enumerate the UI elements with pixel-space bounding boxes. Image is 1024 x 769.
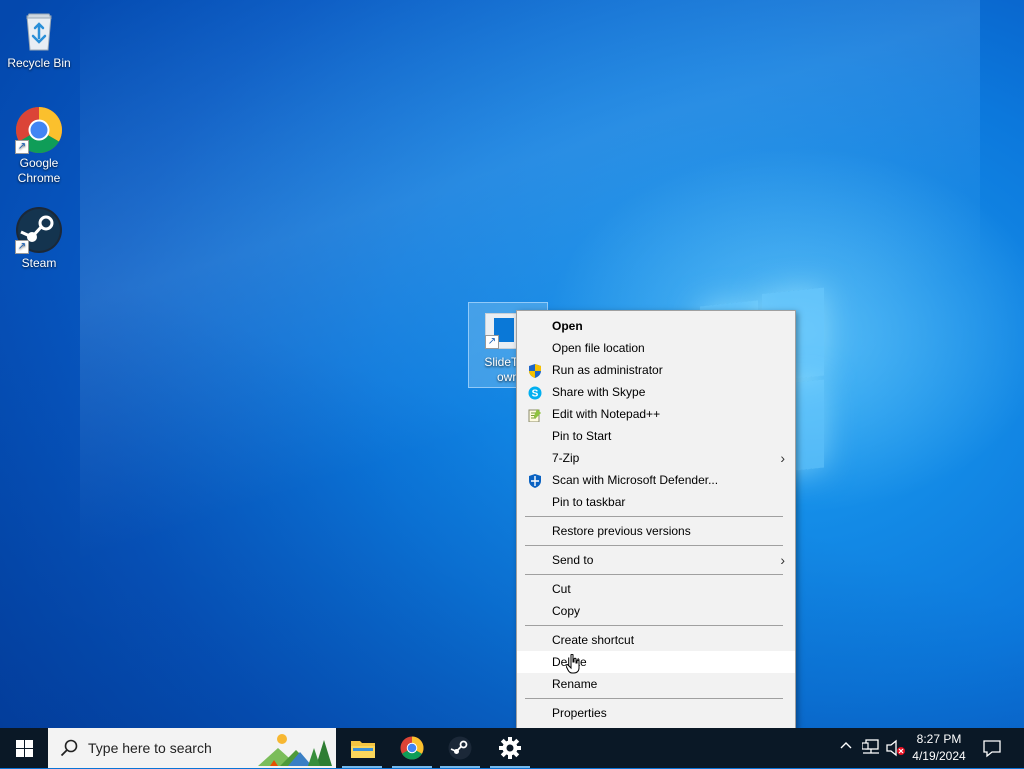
menu-item-label: Create shortcut [552, 633, 635, 647]
menu-item-label: Scan with Microsoft Defender... [552, 473, 719, 487]
mouse-cursor-icon [565, 653, 580, 677]
taskbar-file-explorer[interactable] [338, 728, 386, 768]
skype-icon: S [528, 385, 542, 400]
menu-item-pin-to-start[interactable]: Pin to Start [517, 425, 795, 447]
menu-item-7-zip[interactable]: 7-Zip › [517, 447, 795, 469]
menu-item-cut[interactable]: Cut [517, 578, 795, 600]
menu-item-label: Open file location [552, 341, 645, 355]
menu-item-run-as-administrator[interactable]: Run as administrator [517, 359, 795, 381]
menu-separator [525, 545, 783, 546]
windows-start-icon [16, 740, 33, 760]
svg-text:S: S [532, 389, 539, 400]
chrome-icon [400, 736, 424, 763]
menu-item-label: Send to [552, 553, 594, 567]
menu-item-pin-to-taskbar[interactable]: Pin to taskbar [517, 491, 795, 513]
desktop-icon-label: Google Chrome [17, 156, 61, 185]
notifications-icon[interactable] [982, 738, 1002, 761]
menu-item-delete[interactable]: Delete [517, 651, 795, 673]
shortcut-arrow-icon: ↗ [485, 335, 499, 349]
menu-item-scan-with-defender[interactable]: Scan with Microsoft Defender... [517, 469, 795, 491]
menu-item-label: 7-Zip [552, 451, 580, 465]
menu-item-properties[interactable]: Properties [517, 702, 795, 724]
desktop[interactable]: Recycle Bin ↗ Google Chrome ↗ Steam ↗ Sl… [0, 0, 1024, 728]
menu-item-label: Copy [552, 604, 581, 618]
shortcut-arrow-icon: ↗ [15, 140, 29, 154]
menu-item-label: Pin to Start [552, 429, 612, 443]
context-menu: Open Open file location Run as administr… [516, 310, 796, 730]
start-button[interactable] [0, 728, 48, 768]
menu-item-edit-with-notepad-plus-plus[interactable]: Edit with Notepad++ [517, 403, 795, 425]
menu-separator [525, 625, 783, 626]
shortcut-arrow-icon: ↗ [15, 240, 29, 254]
menu-item-restore-previous-versions[interactable]: Restore previous versions [517, 520, 795, 542]
taskbar-settings[interactable] [486, 728, 534, 768]
menu-separator [525, 516, 783, 517]
menu-item-send-to[interactable]: Send to › [517, 549, 795, 571]
defender-icon [528, 473, 542, 488]
desktop-icon-recycle-bin[interactable]: Recycle Bin [1, 6, 77, 71]
search-icon [60, 739, 78, 760]
taskbar-search-box[interactable]: Type here to search [48, 728, 336, 768]
taskbar-steam[interactable] [436, 728, 484, 768]
desktop-icon-google-chrome[interactable]: ↗ Google Chrome [1, 106, 77, 186]
desktop-icon-steam[interactable]: ↗ Steam [1, 206, 77, 271]
taskbar: Type here to search 8:27 PM 4/19/2024 [0, 728, 1024, 768]
clock-time: 8:27 PM [916, 732, 962, 746]
menu-item-label: Cut [552, 582, 571, 596]
settings-icon [498, 736, 522, 763]
menu-item-share-with-skype[interactable]: S Share with Skype [517, 381, 795, 403]
network-icon[interactable] [861, 739, 880, 758]
chrome-icon: ↗ [15, 106, 63, 154]
file-explorer-icon [351, 738, 375, 761]
chevron-right-icon: › [780, 450, 785, 466]
chevron-up-icon[interactable] [840, 740, 852, 755]
menu-item-create-shortcut[interactable]: Create shortcut [517, 629, 795, 651]
menu-item-label: Restore previous versions [552, 524, 691, 538]
shield-icon [528, 363, 542, 378]
recycle-bin-icon [15, 6, 63, 54]
search-highlight-camping-icon [258, 730, 334, 769]
menu-item-label: Open [552, 319, 583, 333]
menu-separator [525, 574, 783, 575]
app-icon: ↗ [485, 313, 519, 349]
steam-icon [448, 736, 472, 763]
steam-icon: ↗ [15, 206, 63, 254]
menu-item-label: Pin to taskbar [552, 495, 626, 509]
taskbar-chrome[interactable] [388, 728, 436, 768]
search-placeholder: Type here to search [88, 740, 212, 756]
chevron-right-icon: › [780, 552, 785, 568]
clock-date: 4/19/2024 [912, 749, 966, 763]
menu-item-open-file-location[interactable]: Open file location [517, 337, 795, 359]
menu-separator [525, 698, 783, 699]
menu-item-label: Edit with Notepad++ [552, 407, 661, 421]
menu-item-copy[interactable]: Copy [517, 600, 795, 622]
desktop-icon-label: Recycle Bin [7, 56, 71, 70]
taskbar-clock[interactable]: 8:27 PM 4/19/2024 [900, 731, 978, 765]
menu-item-label: Run as administrator [552, 363, 663, 377]
menu-item-rename[interactable]: Rename [517, 673, 795, 695]
menu-item-open[interactable]: Open [517, 315, 795, 337]
menu-item-label: Properties [552, 706, 607, 720]
notepad-plus-plus-icon [528, 407, 542, 423]
menu-item-label: Share with Skype [552, 385, 646, 399]
desktop-icon-label: Steam [21, 256, 57, 270]
